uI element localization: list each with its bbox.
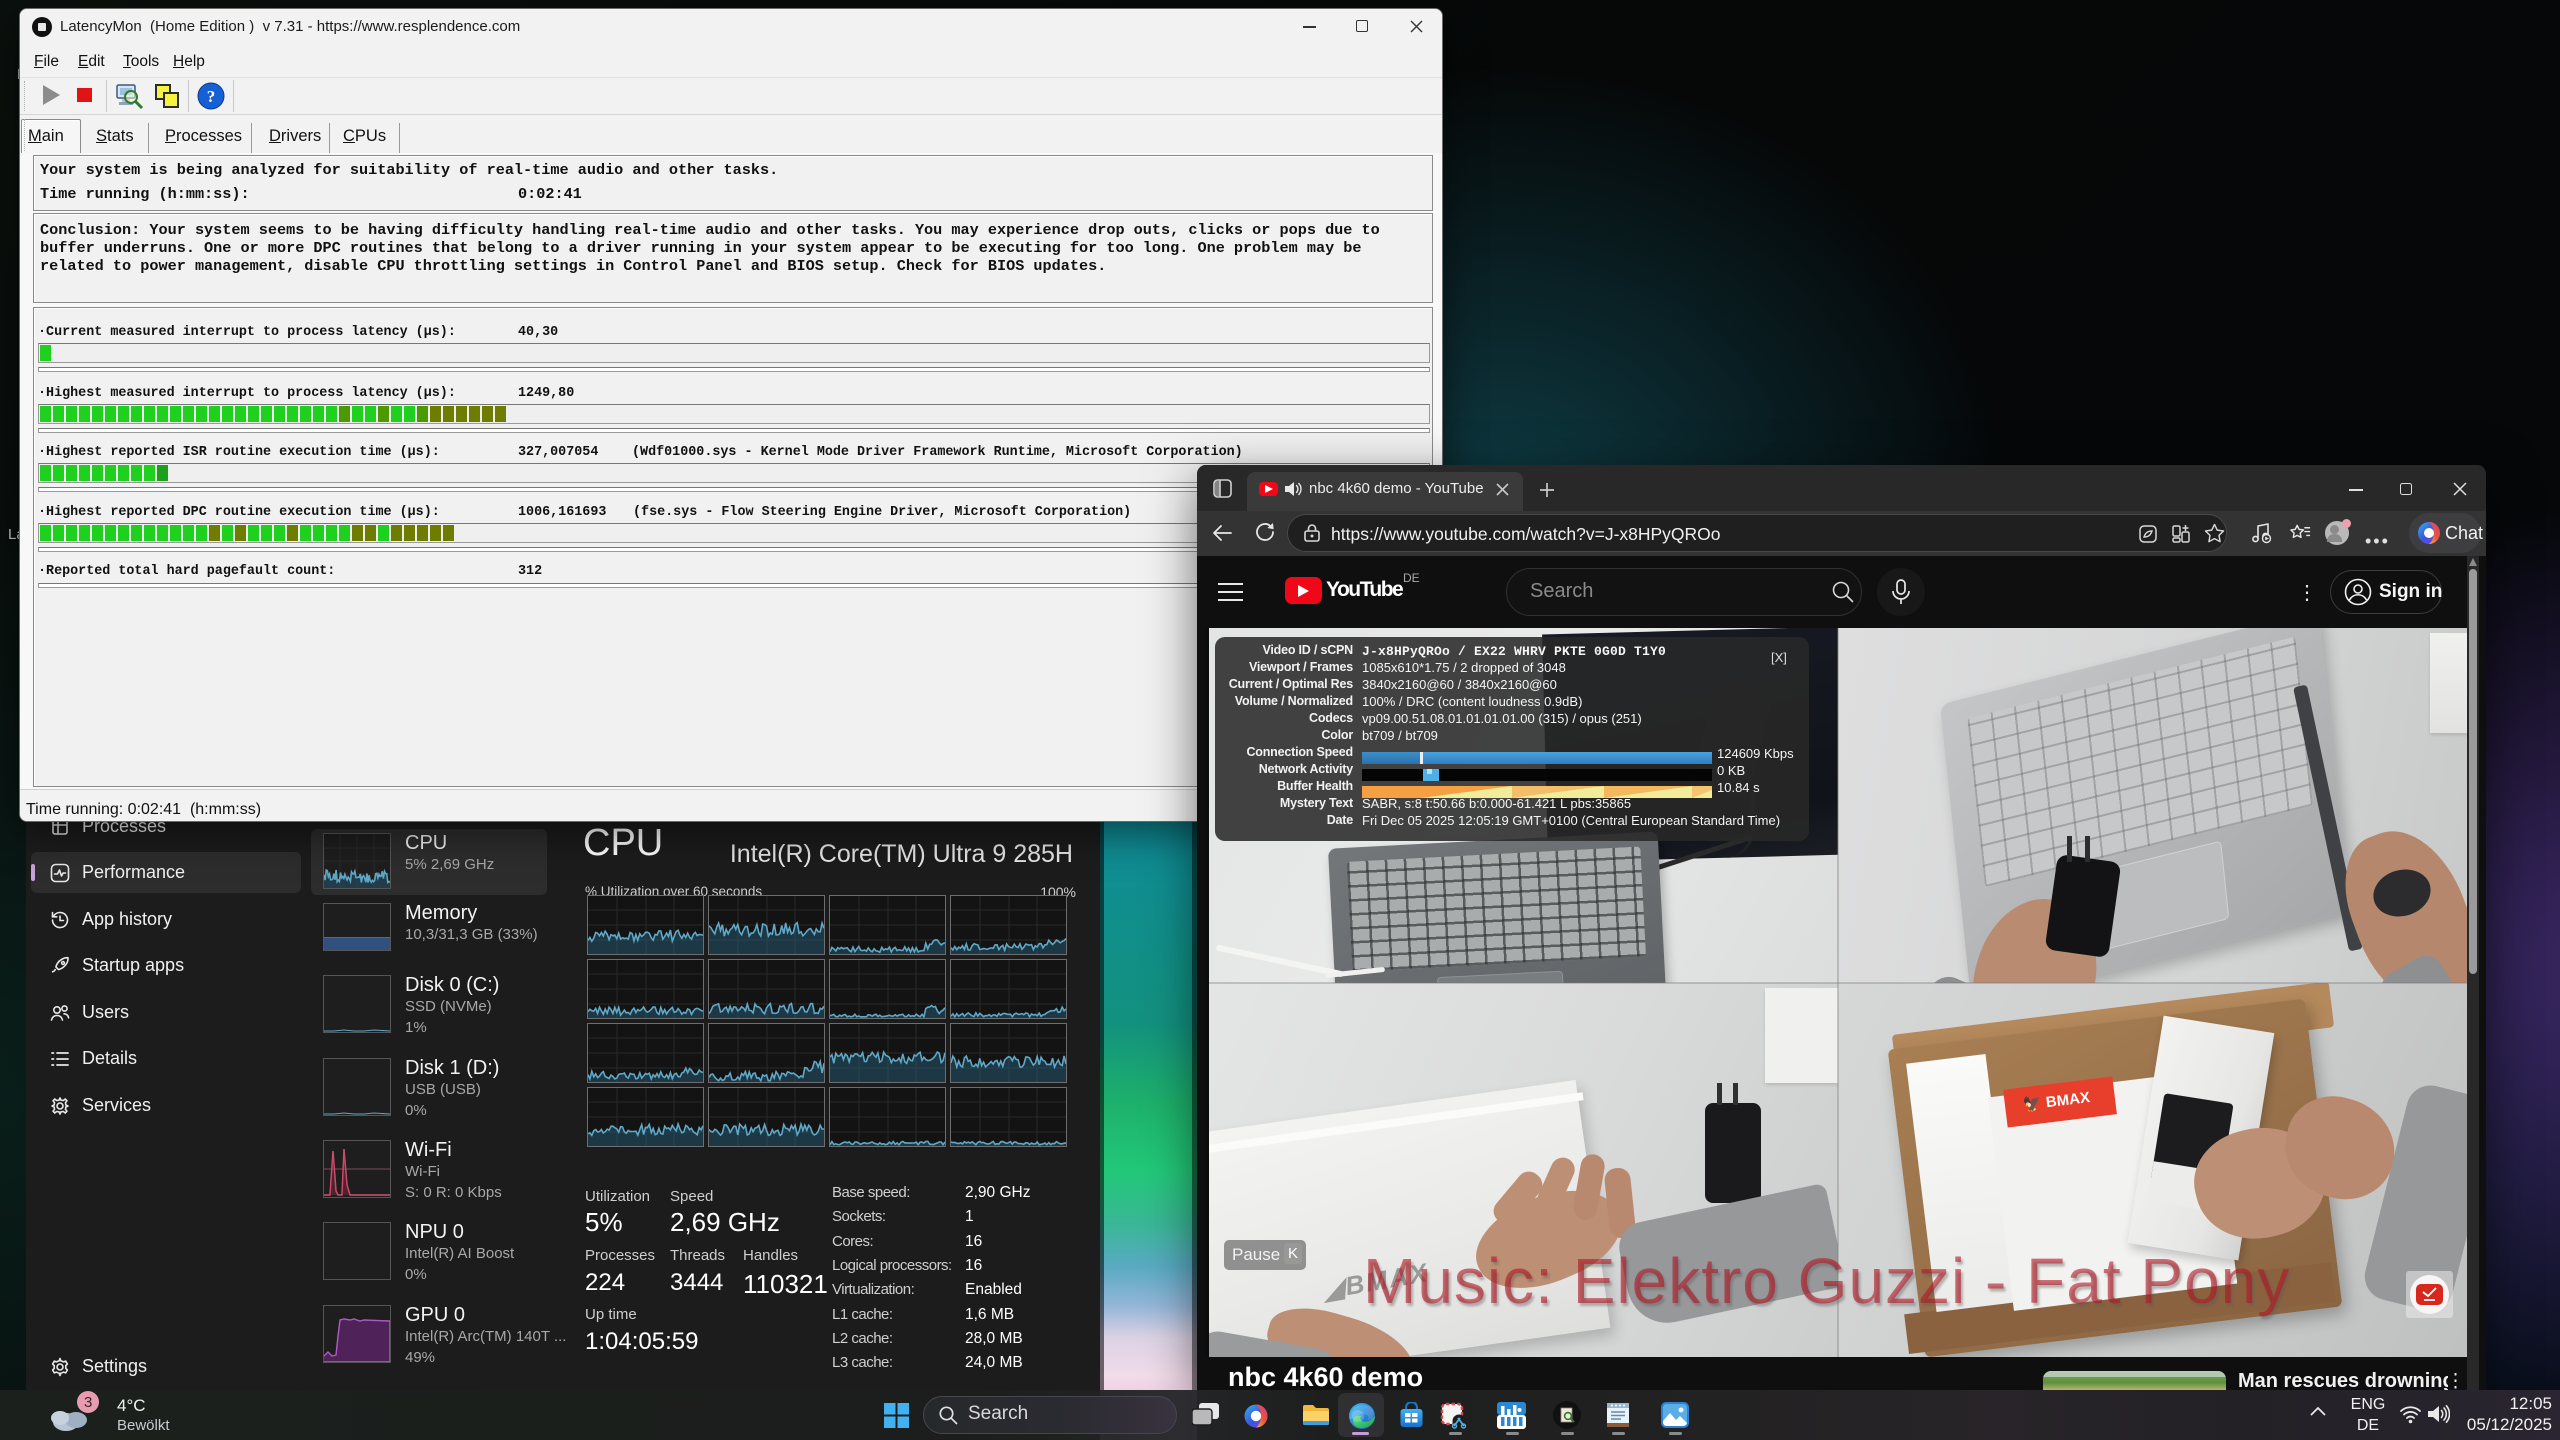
svg-text:?: ? <box>207 87 216 106</box>
